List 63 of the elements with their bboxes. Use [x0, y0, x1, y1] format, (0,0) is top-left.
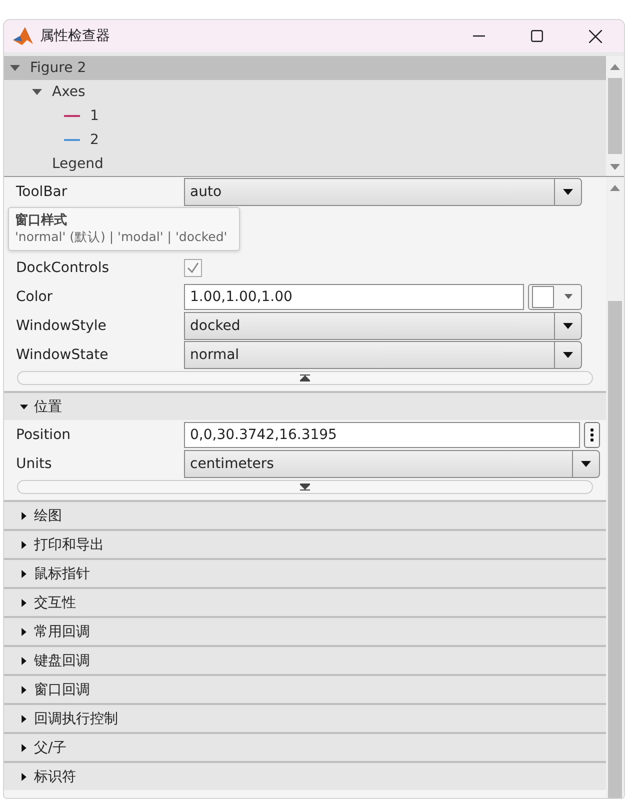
section-header[interactable]: 窗口回调 [4, 674, 606, 703]
section-header[interactable]: 位置 [4, 391, 606, 420]
tree-item[interactable]: Figure 2 [4, 56, 606, 80]
section-header[interactable]: 交互性 [4, 587, 606, 616]
expand-arrow-icon [20, 540, 28, 548]
section-header[interactable]: 父/子 [4, 732, 606, 761]
section-header[interactable]: 常用回调 [4, 616, 606, 645]
property-label: Units [16, 456, 53, 472]
property-label: WindowState [16, 346, 110, 362]
section-header[interactable]: 鼠标指针 [4, 558, 606, 587]
collapse-up-icon [300, 374, 310, 382]
dropdown-arrow-icon [563, 188, 573, 194]
scrollbar[interactable] [606, 177, 624, 798]
property-label: WindowStyle [16, 318, 108, 334]
property-label: Color [16, 288, 54, 304]
tree-item[interactable]: Legend [4, 152, 606, 176]
expand-arrow-icon [20, 402, 28, 410]
expand-arrow-icon [20, 512, 28, 520]
line-swatch [64, 139, 80, 141]
maximize-icon [531, 30, 543, 42]
property-label: Position [16, 426, 72, 442]
input-field[interactable]: 1.00,1.00,1.00 [184, 284, 524, 310]
dropdown-arrow-icon [563, 322, 573, 328]
section-header[interactable]: 打印和导出 [4, 529, 606, 558]
expand-arrow-icon [20, 656, 28, 664]
dropdown[interactable]: normal [184, 340, 582, 368]
section-header[interactable]: 键盘回调 [4, 645, 606, 674]
dropdown-arrow-icon [581, 460, 591, 466]
vertical-dots-icon [590, 426, 594, 442]
expand-arrow-icon [20, 628, 28, 636]
expand-arrow-icon [20, 598, 28, 606]
dropdown-arrow-icon [564, 294, 573, 299]
expand-arrow-icon [20, 772, 28, 780]
line-swatch [64, 115, 80, 117]
close-icon [588, 30, 602, 42]
expand-arrow-icon [20, 714, 28, 722]
window-title: 属性检查器 [40, 27, 110, 45]
section-header[interactable]: 回调执行控制 [4, 703, 606, 732]
property-label: DockControls [16, 260, 110, 276]
tree-item[interactable]: Axes [4, 80, 606, 104]
expand-down-icon [300, 483, 310, 491]
more-options-button[interactable] [584, 422, 600, 448]
checkbox[interactable] [184, 258, 202, 276]
input-field[interactable]: 0,0,30.3742,16.3195 [184, 422, 580, 448]
dropdown-arrow-icon [563, 352, 573, 358]
expand-arrow-icon [20, 744, 28, 752]
tree-item[interactable]: 2 [4, 128, 606, 152]
expand-arrow-icon [20, 570, 28, 578]
dropdown[interactable]: centimeters [184, 450, 600, 478]
tree-item[interactable]: 1 [4, 104, 606, 128]
expand-arrow-icon[interactable] [32, 87, 42, 97]
expand-arrow-icon [20, 686, 28, 694]
dropdown[interactable]: docked [184, 312, 582, 340]
tooltip-text: 'normal' (默认) | 'modal' | 'docked' [15, 229, 228, 246]
dropdown[interactable]: auto [184, 178, 582, 206]
section-header[interactable]: 标识符 [4, 761, 606, 790]
tooltip-title: 窗口样式 [15, 212, 68, 229]
property-label: ToolBar [16, 184, 68, 200]
peak-logo-icon [12, 26, 34, 46]
scrollbar[interactable] [606, 56, 624, 176]
expand-arrow-icon[interactable] [10, 63, 20, 73]
section-header[interactable]: 绘图 [4, 500, 606, 529]
color-picker-button[interactable] [528, 284, 582, 310]
